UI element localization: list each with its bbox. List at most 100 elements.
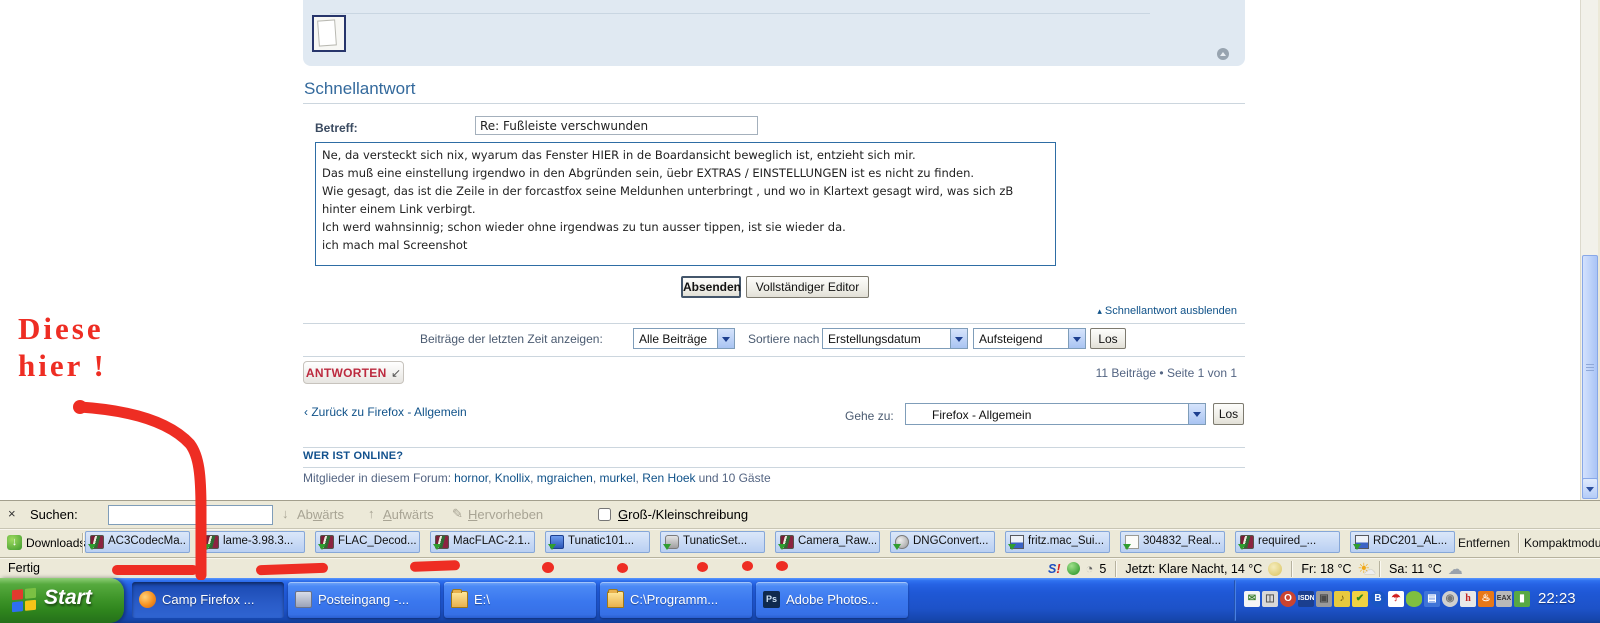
update-check-icon[interactable]: ✔ — [1352, 591, 1368, 607]
vertical-scrollbar[interactable] — [1580, 0, 1598, 500]
chevron-down-icon[interactable] — [950, 329, 967, 348]
download-item[interactable]: Tunatic101... — [545, 531, 650, 553]
divider — [303, 323, 1245, 324]
download-item[interactable]: DNGConvert... — [890, 531, 995, 553]
download-item[interactable]: required_... — [1235, 531, 1340, 553]
forecast-friday-text[interactable]: Fr: 18 °C — [1301, 562, 1351, 576]
member-link[interactable]: hornor — [454, 471, 488, 485]
member-link[interactable]: Knollix — [495, 471, 530, 485]
task-button-mail[interactable]: Posteingang -... — [288, 582, 440, 618]
find-next-button[interactable]: Abwärts — [297, 507, 344, 522]
scrollbar-down-button[interactable] — [1582, 478, 1598, 499]
opera-icon[interactable]: O — [1280, 591, 1296, 607]
attachment-thumbnail[interactable] — [312, 15, 346, 52]
browser-viewport: Schnellantwort Betreff: Ne, da versteckt… — [0, 0, 1580, 500]
cloud-icon: ☁ — [1447, 560, 1463, 578]
who-is-online-heading: WER IST ONLINE? — [303, 450, 404, 462]
cd-icon[interactable]: ◉ — [1442, 591, 1458, 607]
download-item[interactable]: RDC201_AL... — [1350, 531, 1455, 553]
reply-button[interactable]: ANTWORTEN ↙ — [303, 361, 404, 384]
flame-icon[interactable]: ♨ — [1478, 591, 1494, 607]
task-button-explorer-c[interactable]: C:\Programm... — [600, 582, 752, 618]
chevron-down-icon[interactable] — [1068, 329, 1085, 348]
download-item[interactable]: lame-3.98.3... — [200, 531, 305, 553]
installer-icon — [548, 535, 564, 550]
safe-icon[interactable]: ▣ — [1316, 591, 1332, 607]
network-icon[interactable]: ▤ — [1424, 591, 1440, 607]
downloads-title[interactable]: Downloads — [26, 536, 85, 550]
download-item[interactable]: Camera_Raw... — [775, 531, 880, 553]
jump-to-forum-select[interactable]: Firefox - Allgemein — [905, 403, 1206, 425]
remove-button[interactable]: Entfernen — [1458, 536, 1510, 550]
forecast-saturday-text[interactable]: Sa: 11 °C — [1389, 562, 1442, 576]
download-item[interactable]: MacFLAC-2.1... — [430, 531, 535, 553]
subject-input[interactable] — [475, 116, 758, 135]
sort-direction-select[interactable]: Aufsteigend — [973, 328, 1086, 349]
divider — [303, 356, 1245, 357]
windows-logo-icon — [12, 587, 36, 613]
eax-icon[interactable]: EAX — [1496, 591, 1512, 607]
forecast-now-text[interactable]: Jetzt: Klare Nacht, 14 °C — [1125, 562, 1262, 576]
isdn-icon[interactable]: ISDN — [1298, 591, 1314, 607]
show-posts-select[interactable]: Alle Beiträge — [633, 328, 735, 349]
back-to-forum-link[interactable]: ‹ Zurück zu Firefox - Allgemein — [304, 405, 467, 419]
limewire-icon[interactable] — [1406, 591, 1422, 607]
download-item[interactable]: fritz.mac_Sui... — [1005, 531, 1110, 553]
mail-icon — [295, 591, 312, 608]
statusbar-extensions: S! ◔ 5 Jetzt: Klare Nacht, 14 °C Fr: 18 … — [1048, 558, 1463, 579]
status-bar: Fertig S! ◔ 5 Jetzt: Klare Nacht, 14 °C … — [0, 557, 1600, 578]
volume-icon[interactable]: ♪ — [1334, 591, 1350, 607]
scrollbar-thumb[interactable] — [1582, 255, 1598, 481]
apply-options-button[interactable]: Los — [1090, 328, 1126, 349]
mail-new-icon[interactable]: ✉ — [1244, 591, 1260, 607]
jump-go-button[interactable]: Los — [1213, 403, 1244, 425]
archive-icon — [318, 535, 334, 550]
collapse-up-icon: ▴ — [1097, 306, 1102, 316]
member-link[interactable]: mgraichen — [537, 471, 593, 485]
hotfile-icon[interactable]: h — [1460, 591, 1476, 607]
divider — [1234, 580, 1236, 621]
timer-icon[interactable]: ◔ — [1086, 561, 1094, 576]
photoshop-icon: Ps — [763, 591, 780, 608]
sitelauncher-icon[interactable]: S! — [1048, 562, 1061, 576]
status-orb-icon[interactable] — [1066, 562, 1080, 575]
member-link[interactable]: Ren Hoek — [642, 471, 695, 485]
subject-label: Betreff: — [315, 121, 358, 135]
firefox-icon — [139, 591, 156, 608]
sort-by-select[interactable]: Erstellungsdatum — [822, 328, 968, 349]
member-link[interactable]: murkel — [600, 471, 636, 485]
submit-button[interactable]: Absenden — [681, 276, 741, 298]
back-to-top-icon[interactable] — [1217, 48, 1229, 60]
chevron-down-icon[interactable] — [717, 329, 734, 348]
divider — [82, 533, 83, 553]
download-item[interactable]: FLAC_Decod... — [315, 531, 420, 553]
task-button-firefox[interactable]: Camp Firefox ... — [132, 582, 284, 618]
match-case-label[interactable]: Groß-/Kleinschreibung — [618, 507, 748, 522]
scheduler-icon[interactable]: ◫ — [1262, 591, 1278, 607]
compact-mode-button[interactable]: Kompaktmodus — [1524, 536, 1600, 550]
find-prev-button[interactable]: Aufwärts — [383, 507, 434, 522]
chevron-down-icon[interactable] — [1188, 404, 1205, 424]
highlight-all-button[interactable]: Hervorheben — [468, 507, 543, 522]
download-item[interactable]: AC3CodecMa... — [85, 531, 190, 553]
hide-quick-reply-link[interactable]: ▴ Schnellantwort ausblenden — [937, 305, 1237, 317]
usb-icon[interactable]: ▮ — [1514, 591, 1530, 607]
find-input[interactable] — [108, 505, 273, 525]
download-item[interactable]: TunaticSet... — [660, 531, 765, 553]
match-case-checkbox[interactable] — [598, 508, 611, 521]
message-textarea[interactable]: Ne, da versteckt sich nix, wyarum das Fe… — [315, 142, 1056, 266]
avira-icon[interactable]: ☂ — [1388, 591, 1404, 607]
full-editor-button[interactable]: Vollständiger Editor — [746, 276, 869, 298]
close-icon[interactable]: × — [8, 506, 16, 521]
taskbar-clock[interactable]: 22:23 — [1538, 590, 1576, 607]
show-posts-label: Beiträge der letzten Zeit anzeigen: — [420, 332, 603, 346]
download-item[interactable]: 304832_Real... — [1120, 531, 1225, 553]
bluetooth-icon[interactable]: B — [1370, 591, 1386, 607]
highlighter-icon: ✎ — [452, 506, 463, 521]
moon-icon — [1268, 561, 1283, 576]
task-button-explorer-e[interactable]: E:\ — [444, 582, 596, 618]
taskbar: Start Camp Firefox ... Posteingang -... … — [0, 578, 1600, 623]
start-button[interactable]: Start — [0, 578, 124, 623]
archive-icon — [1238, 535, 1254, 550]
task-button-photoshop[interactable]: Ps Adobe Photos... — [756, 582, 908, 618]
